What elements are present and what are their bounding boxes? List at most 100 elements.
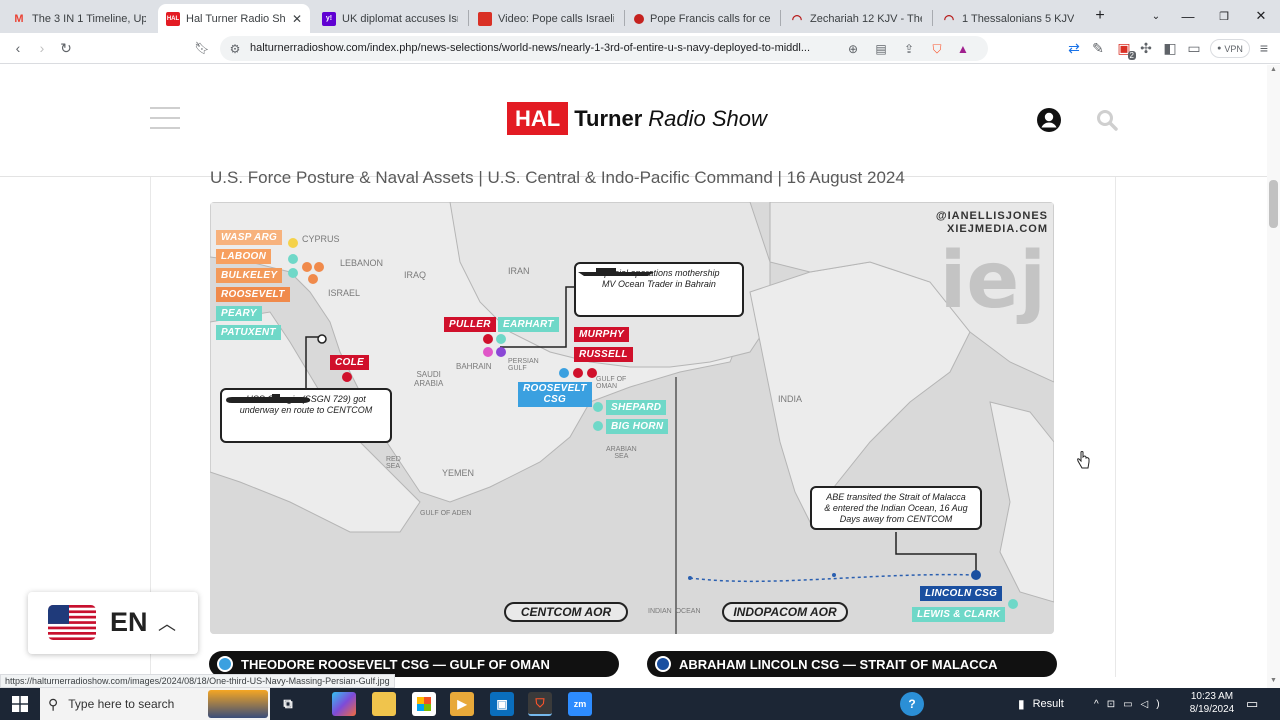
- tab-yahoo[interactable]: y! UK diplomat accuses Israel: [314, 4, 466, 33]
- ship-puller: PULLER: [444, 317, 496, 332]
- zoom-icon[interactable]: ⊕: [844, 40, 862, 58]
- yahoo-icon: y!: [322, 11, 336, 26]
- back-icon[interactable]: ‹: [8, 38, 28, 58]
- marker-lewis-clark: [1008, 599, 1018, 609]
- chevron-up-icon[interactable]: ︿: [158, 610, 176, 636]
- system-tray[interactable]: ^ ⊡ ▭ ◁): [1094, 688, 1168, 720]
- media-player-icon[interactable]: ▶: [450, 692, 474, 716]
- ship-silhouette-icon: [578, 268, 654, 276]
- close-window-button[interactable]: ✕: [1243, 4, 1279, 28]
- chevron-up-icon[interactable]: ^: [1094, 699, 1107, 710]
- pen-icon[interactable]: ✎: [1088, 38, 1108, 58]
- wallet-icon[interactable]: ▭: [1184, 38, 1204, 58]
- brave-rewards-icon[interactable]: ▲: [954, 40, 972, 58]
- notification-icon[interactable]: ▭: [1246, 688, 1258, 720]
- forward-icon[interactable]: ›: [32, 38, 52, 58]
- extension-icon[interactable]: ▣ 2: [1114, 38, 1136, 60]
- tab-gmail[interactable]: M The 3 IN 1 Timeline, Update: [4, 4, 154, 33]
- tab-search-button[interactable]: ⌄: [1138, 4, 1174, 28]
- address-bar[interactable]: ⚙ halturnerradioshow.com/index.php/news-…: [220, 36, 988, 61]
- place-red-sea: RED SEA: [386, 456, 401, 470]
- clock-date: 8/19/2024: [1189, 704, 1235, 715]
- ship-laboon: LABOON: [216, 249, 272, 264]
- reload-icon[interactable]: ↻: [56, 38, 76, 58]
- roosevelt-dot-icon: [217, 656, 233, 672]
- tab-zechariah[interactable]: ◠ Zechariah 12 KJV - The bu: [782, 4, 930, 33]
- tab-video-pope[interactable]: Video: Pope calls Israeli mi: [470, 4, 622, 33]
- result-label: Result: [1032, 698, 1064, 710]
- hand-cursor-icon: [1077, 451, 1090, 469]
- taskbar-search-box[interactable]: ⚲ Type here to search: [40, 688, 270, 720]
- minimize-button[interactable]: —: [1170, 4, 1206, 28]
- file-explorer-icon[interactable]: [372, 692, 396, 716]
- ship-cole: COLE: [330, 355, 369, 370]
- marker-bulkeley: [314, 262, 324, 272]
- url-text[interactable]: halturnerradioshow.com/index.php/news-se…: [250, 42, 850, 54]
- callout-abe: ABE transited the Strait of Malacca & en…: [810, 486, 982, 531]
- brave-shield-icon[interactable]: ⛉: [928, 40, 946, 58]
- aor-centcom: CENTCOM AOR: [504, 602, 628, 622]
- weather-result[interactable]: ▮ Result: [1018, 688, 1064, 720]
- help-icon[interactable]: ?: [900, 692, 924, 716]
- tab-thessalonians[interactable]: ◠ 1 Thessalonians 5 KJV - Bu: [934, 4, 1082, 33]
- windows-start-button[interactable]: [0, 688, 40, 720]
- ship-patuxent: PATUXENT: [216, 325, 281, 340]
- place-cyprus: CYPRUS: [302, 234, 340, 244]
- tab-label: Hal Turner Radio Show: [186, 12, 286, 25]
- translate-icon[interactable]: ⇄: [1064, 38, 1084, 58]
- close-icon[interactable]: ✕: [292, 12, 302, 26]
- user-account-icon[interactable]: [1037, 108, 1061, 132]
- place-israel: ISRAEL: [328, 288, 361, 298]
- site-info-icon[interactable]: ⚙: [226, 40, 244, 58]
- network-icon[interactable]: ⊡: [1107, 699, 1123, 710]
- vpn-button[interactable]: ● VPN: [1210, 39, 1250, 58]
- ship-roosevelt-csg: ROOSEVELT CSG: [518, 382, 592, 407]
- copilot-icon[interactable]: [332, 692, 356, 716]
- scrollbar-thumb[interactable]: [1269, 180, 1278, 228]
- marker-puller: [483, 334, 493, 344]
- scrollbar-track[interactable]: [1267, 65, 1280, 688]
- extensions-puzzle-icon[interactable]: ✣: [1136, 38, 1156, 58]
- logo-hal: HAL: [507, 102, 569, 135]
- banner-lincoln: ABRAHAM LINCOLN CSG — STRAIT OF MALACCA: [647, 651, 1057, 677]
- restore-button[interactable]: ❐: [1206, 4, 1242, 28]
- naval-assets-map[interactable]: @IANELLISJONES XIEJMEDIA.COM iej CYPRUS …: [210, 202, 1054, 634]
- extension-badge: 2: [1127, 51, 1136, 60]
- scroll-up-arrow-icon[interactable]: ▲: [1268, 66, 1279, 76]
- task-view-icon[interactable]: ⧉: [276, 692, 300, 716]
- system-clock[interactable]: 10:23 AM 8/19/2024: [1186, 690, 1238, 716]
- place-bahrain: BAHRAIN: [456, 362, 492, 371]
- language-selector[interactable]: EN ︿: [28, 592, 198, 654]
- credit-site: XIEJMEDIA.COM: [946, 223, 1048, 236]
- windows-logo-icon: [12, 696, 28, 712]
- map-credit: @IANELLISJONES XIEJMEDIA.COM: [936, 210, 1048, 236]
- brave-browser-icon[interactable]: ⛉: [528, 692, 552, 716]
- hamburger-menu-icon[interactable]: [150, 107, 180, 129]
- bookmark-icon[interactable]: 🔖︎: [192, 38, 212, 58]
- screen-app-icon[interactable]: ▣: [490, 692, 514, 716]
- vpn-label: VPN: [1224, 43, 1243, 54]
- tab-label: The 3 IN 1 Timeline, Update: [32, 12, 146, 25]
- reader-mode-icon[interactable]: ▤: [872, 40, 890, 58]
- marker-lincoln: [971, 570, 981, 580]
- zoom-app-icon[interactable]: zm: [568, 692, 592, 716]
- sidebar-icon[interactable]: ◧: [1160, 38, 1180, 58]
- marker-gulf-1: [483, 347, 493, 357]
- map-title: U.S. Force Posture & Naval Assets | U.S.…: [210, 168, 905, 187]
- volume-icon[interactable]: ◁): [1141, 699, 1168, 710]
- tab-pope-francis[interactable]: Pope Francis calls for ceas: [626, 4, 778, 33]
- tab-separator: [932, 10, 933, 26]
- vpn-icon: ●: [1217, 45, 1222, 52]
- site-logo[interactable]: HAL Turner Radio Show: [507, 102, 767, 135]
- search-icon[interactable]: [1096, 109, 1118, 131]
- menu-icon[interactable]: ≡: [1254, 38, 1274, 58]
- marker-shepard: [593, 402, 603, 412]
- microsoft-store-icon[interactable]: [412, 692, 436, 716]
- battery-icon[interactable]: ▭: [1123, 699, 1140, 710]
- logo-turner: Turner: [574, 105, 643, 131]
- new-tab-button[interactable]: +: [1082, 4, 1118, 28]
- tab-hal-turner[interactable]: HAL Hal Turner Radio Show ✕: [158, 4, 310, 33]
- share-icon[interactable]: ⇪: [900, 40, 918, 58]
- scroll-down-arrow-icon[interactable]: ▼: [1268, 677, 1279, 687]
- banner-roosevelt-text: THEODORE ROOSEVELT CSG — GULF OF OMAN: [241, 656, 550, 672]
